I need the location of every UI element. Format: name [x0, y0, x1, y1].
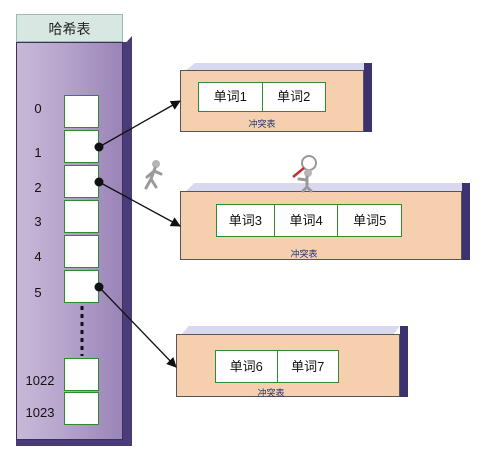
magnifier-person-icon — [292, 155, 317, 193]
pointer-arrow — [98, 181, 181, 227]
walking-person-icon — [144, 160, 163, 190]
pointer-arrow — [98, 100, 181, 148]
pointer-arrow — [98, 286, 177, 368]
connectors-layer — [80, 100, 317, 368]
